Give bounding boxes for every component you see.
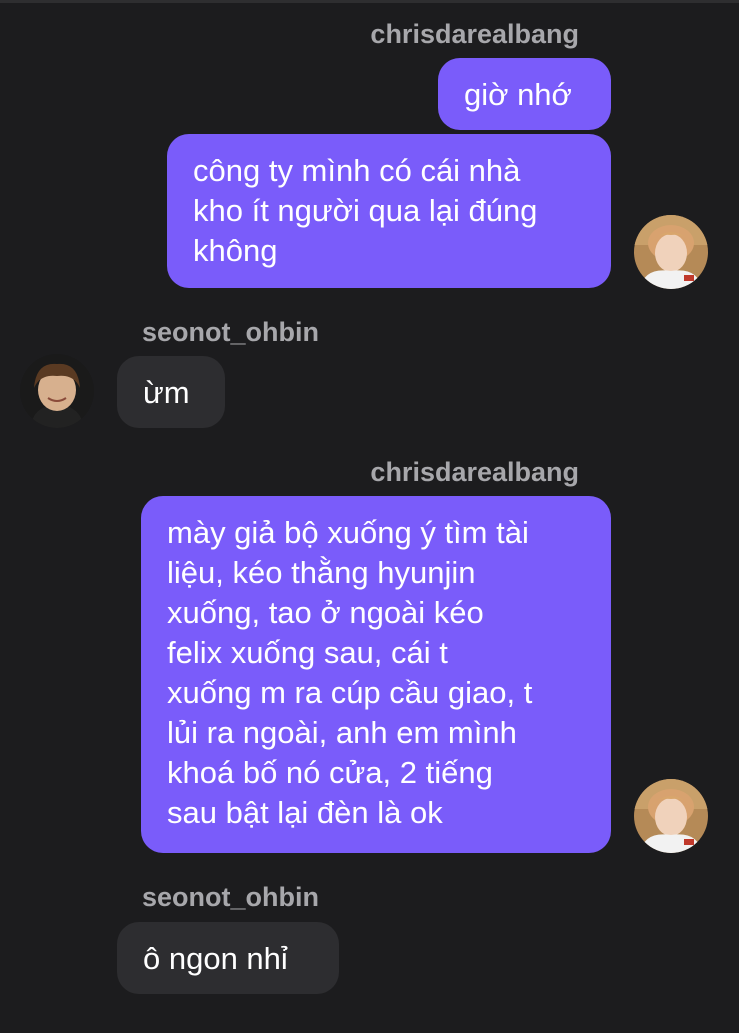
- received-message-bubble[interactable]: ừm: [117, 356, 225, 428]
- message-text: mày giả bộ xuống ý tìm tài: [167, 515, 529, 550]
- sender-username: chrisdarealbang: [370, 457, 579, 487]
- sent-message-bubble[interactable]: mày giả bộ xuống ý tìm tài liệu, kéo thằ…: [141, 496, 611, 853]
- message-text: xuống m ra cúp cầu giao, t: [167, 675, 533, 710]
- message-text: không: [193, 233, 278, 268]
- top-divider: [0, 0, 739, 3]
- message-text: xuống, tao ở ngoài kéo: [167, 595, 484, 630]
- sender-username: seonot_ohbin: [142, 317, 319, 347]
- avatar-photo-icon: [634, 215, 708, 289]
- user-avatar-chrisdarealbang[interactable]: [634, 779, 708, 853]
- message-text: giờ nhớ: [464, 77, 572, 112]
- message-text: sau bật lại đèn là ok: [167, 795, 443, 830]
- user-avatar-seonot_ohbin[interactable]: [20, 354, 94, 428]
- message-text: công ty mình có cái nhà: [193, 153, 521, 188]
- message-text: ừm: [143, 375, 190, 410]
- message-text: felix xuống sau, cái t: [167, 635, 448, 670]
- sender-username: chrisdarealbang: [370, 19, 579, 49]
- message-text: liệu, kéo thằng hyunjin: [167, 555, 476, 590]
- message-text: ô ngon nhỉ: [143, 941, 288, 976]
- user-avatar-chrisdarealbang[interactable]: [634, 215, 708, 289]
- sent-message-bubble[interactable]: công ty mình có cái nhà kho ít người qua…: [167, 134, 611, 288]
- message-text: khoá bố nó cửa, 2 tiếng: [167, 755, 493, 790]
- received-message-bubble[interactable]: ô ngon nhỉ: [117, 922, 339, 994]
- sent-message-bubble[interactable]: giờ nhớ: [438, 58, 611, 130]
- avatar-photo-icon: [634, 779, 708, 853]
- sender-username: seonot_ohbin: [142, 882, 319, 912]
- avatar-photo-icon: [20, 354, 94, 428]
- message-text: lủi ra ngoài, anh em mình: [167, 715, 517, 750]
- message-text: kho ít người qua lại đúng: [193, 193, 538, 228]
